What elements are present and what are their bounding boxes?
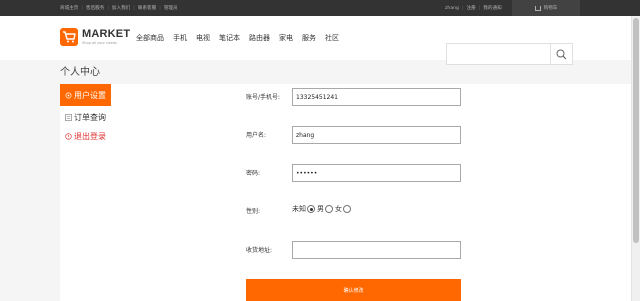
separator: |	[461, 5, 464, 11]
user-settings-form: 账号/手机号: 13325451241 用户名: zhang 密码: •••••…	[111, 84, 631, 301]
sidebar-item-logout[interactable]: 退出登录	[60, 125, 111, 147]
separator: |	[133, 5, 135, 11]
user-name-link[interactable]: zhang	[445, 6, 459, 11]
account-label: 账号/手机号:	[246, 94, 281, 101]
nav-item-phone[interactable]: 手机	[173, 33, 187, 43]
search-box	[446, 43, 573, 65]
address-label: 收货地址:	[246, 247, 273, 254]
top-link-admin[interactable]: 管理员	[164, 5, 178, 11]
form-row-username: 用户名: zhang	[111, 126, 631, 144]
scrollbar-thumb[interactable]	[633, 18, 639, 243]
top-link-service[interactable]: 售后服务	[86, 5, 104, 11]
gender-option-male-label: 男	[317, 205, 324, 213]
password-input[interactable]: ••••••	[292, 164, 461, 182]
list-icon	[65, 113, 72, 121]
form-row-address: 收货地址:	[111, 241, 631, 259]
cart-icon	[534, 5, 541, 11]
notifications-link[interactable]: 我的通知	[483, 5, 501, 11]
top-link-contact[interactable]: 联系客服	[138, 5, 156, 11]
address-input[interactable]	[292, 241, 461, 259]
page-scrollbar[interactable]	[631, 16, 640, 301]
nav-item-all[interactable]: 全部商品	[136, 33, 164, 43]
top-links: 商城主页 | 售后服务 | 加入我们 | 联系客服 | 管理员	[60, 0, 178, 16]
gender-label: 性别:	[246, 208, 261, 215]
form-row-gender: 性别: 未知 男 女	[111, 202, 631, 220]
sidebar-item-label: 订单查询	[74, 112, 106, 122]
search-button[interactable]	[550, 44, 572, 64]
main-nav: 全部商品 手机 电视 笔记本 路由器 家电 服务 社区	[136, 32, 348, 44]
gender-radio-male[interactable]	[325, 205, 333, 213]
gear-icon	[65, 92, 72, 98]
sidebar-item-user-settings[interactable]: 用户设置	[60, 84, 111, 106]
top-link-join[interactable]: 加入我们	[112, 5, 130, 11]
top-bar: 商城主页 | 售后服务 | 加入我们 | 联系客服 | 管理员 zhang | 注册 | 我…	[0, 0, 640, 16]
account-input[interactable]: 13325451241	[292, 88, 461, 106]
nav-item-tv[interactable]: 电视	[196, 33, 210, 43]
logo-text[interactable]: MARKET	[82, 28, 130, 40]
exit-icon	[65, 132, 72, 140]
nav-item-service[interactable]: 服务	[302, 33, 316, 43]
nav-item-laptop[interactable]: 笔记本	[219, 33, 240, 43]
form-row-password: 密码: ••••••	[111, 164, 631, 182]
sidebar: 用户设置 订单查询 退出登录	[60, 84, 111, 301]
site-header: MARKET Shop all your needs 全部商品 手机 电视 笔记…	[0, 16, 640, 65]
separator: |	[81, 5, 83, 11]
nav-item-appliance[interactable]: 家电	[279, 33, 293, 43]
password-label: 密码:	[246, 170, 261, 177]
search-input[interactable]	[447, 44, 550, 64]
top-link-home[interactable]: 商城主页	[60, 5, 78, 11]
nav-item-router[interactable]: 路由器	[249, 33, 270, 43]
page-title: 个人中心	[60, 67, 100, 78]
sidebar-item-label: 退出登录	[74, 131, 106, 141]
username-label: 用户名:	[246, 132, 267, 139]
cart-button[interactable]: 购物车	[512, 0, 580, 16]
user-links: zhang | 注册 | 我的通知	[445, 0, 502, 16]
sidebar-item-label: 用户设置	[74, 90, 106, 100]
search-icon	[556, 49, 567, 59]
register-link[interactable]: 注册	[467, 5, 476, 11]
separator: |	[107, 5, 109, 11]
gender-radio-unknown[interactable]	[307, 205, 315, 213]
gender-radio-group: 未知 男 女	[292, 204, 353, 214]
gender-option-unknown-label: 未知	[292, 205, 306, 213]
logo-tagline: Shop all your needs	[82, 41, 117, 45]
form-row-account: 账号/手机号: 13325451241	[111, 88, 631, 106]
separator: |	[478, 5, 481, 11]
cart-label: 购物车	[543, 6, 558, 11]
gender-option-female-label: 女	[335, 205, 342, 213]
confirm-button[interactable]: 确认修改	[246, 279, 461, 301]
separator: |	[159, 5, 161, 11]
nav-item-community[interactable]: 社区	[325, 33, 339, 43]
logo-icon[interactable]	[60, 28, 78, 46]
username-input[interactable]: zhang	[292, 126, 461, 144]
gender-radio-female[interactable]	[343, 205, 351, 213]
